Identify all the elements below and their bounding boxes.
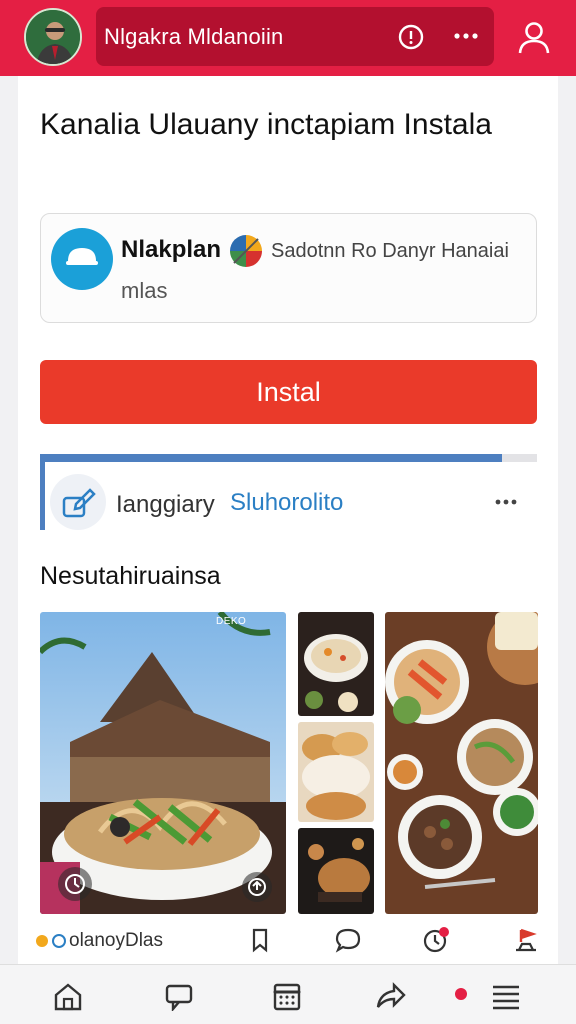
app-logo-icon xyxy=(51,228,113,290)
bookmark-icon[interactable] xyxy=(246,926,274,954)
photo-gallery: DEKO xyxy=(40,612,538,916)
info-icon[interactable] xyxy=(398,24,424,50)
source-ring-icon xyxy=(52,934,66,948)
top-bar: Nlgakra Mldanoiin xyxy=(0,0,576,76)
post-actions: olanoyDlas xyxy=(36,924,542,960)
edit-icon[interactable] xyxy=(50,474,106,530)
menu-icon[interactable] xyxy=(490,981,522,1011)
dishes-table-photo[interactable] xyxy=(385,612,538,914)
noodle-salad-photo[interactable]: DEKO xyxy=(40,612,286,914)
source-link[interactable]: olanoyDlas xyxy=(36,930,163,952)
colorful-badge-icon xyxy=(229,234,263,268)
share-icon[interactable] xyxy=(242,872,272,902)
install-card: Kanalia Ulauany inctapiam Instala Nlakpl… xyxy=(18,76,558,964)
page-title: Nlgakra Mldanoiin xyxy=(104,24,284,49)
share-icon[interactable] xyxy=(374,981,406,1011)
photo-caption: DEKO xyxy=(216,616,247,627)
timer-icon[interactable] xyxy=(58,867,92,901)
section-title: Nesutahiruainsa xyxy=(40,562,221,590)
status-link[interactable]: Sluhorolito xyxy=(230,489,343,517)
clock-icon[interactable] xyxy=(422,926,450,954)
headline: Kanalia Ulauany inctapiam Instala xyxy=(40,108,492,141)
more-icon[interactable] xyxy=(452,22,480,50)
bottom-nav xyxy=(0,964,576,1024)
home-icon[interactable] xyxy=(52,981,84,1011)
progress-fill xyxy=(40,454,503,462)
status-label: Ianggiary xyxy=(116,491,215,518)
progress-accent xyxy=(40,454,45,530)
soup-bowl-photo[interactable] xyxy=(298,612,374,716)
flag-icon[interactable] xyxy=(512,926,540,954)
source-dot-icon xyxy=(36,935,48,947)
grill-photo[interactable] xyxy=(298,828,374,914)
app-subtitle: mlas xyxy=(121,278,168,303)
calendar-icon[interactable] xyxy=(271,981,303,1011)
notification-dot xyxy=(455,988,467,1000)
comment-icon[interactable] xyxy=(334,926,362,954)
app-name: Nlakplan xyxy=(121,236,222,263)
install-button[interactable]: Instal xyxy=(40,360,537,424)
install-progress: Ianggiary Sluhorolito xyxy=(40,454,537,532)
chat-icon[interactable] xyxy=(163,981,195,1013)
app-developer: Sadotnn Ro Danyr Hanaiai xyxy=(271,240,509,262)
source-label: olanoyDlas xyxy=(69,930,163,951)
more-icon[interactable] xyxy=(492,492,520,512)
user-icon[interactable] xyxy=(516,19,552,55)
bread-photo[interactable] xyxy=(298,722,374,822)
app-info-box[interactable]: Nlakplan Sadotnn Ro Danyr Hanaiai mlas xyxy=(40,213,537,323)
title-bar[interactable]: Nlgakra Mldanoiin xyxy=(96,7,494,66)
avatar[interactable] xyxy=(24,8,82,66)
